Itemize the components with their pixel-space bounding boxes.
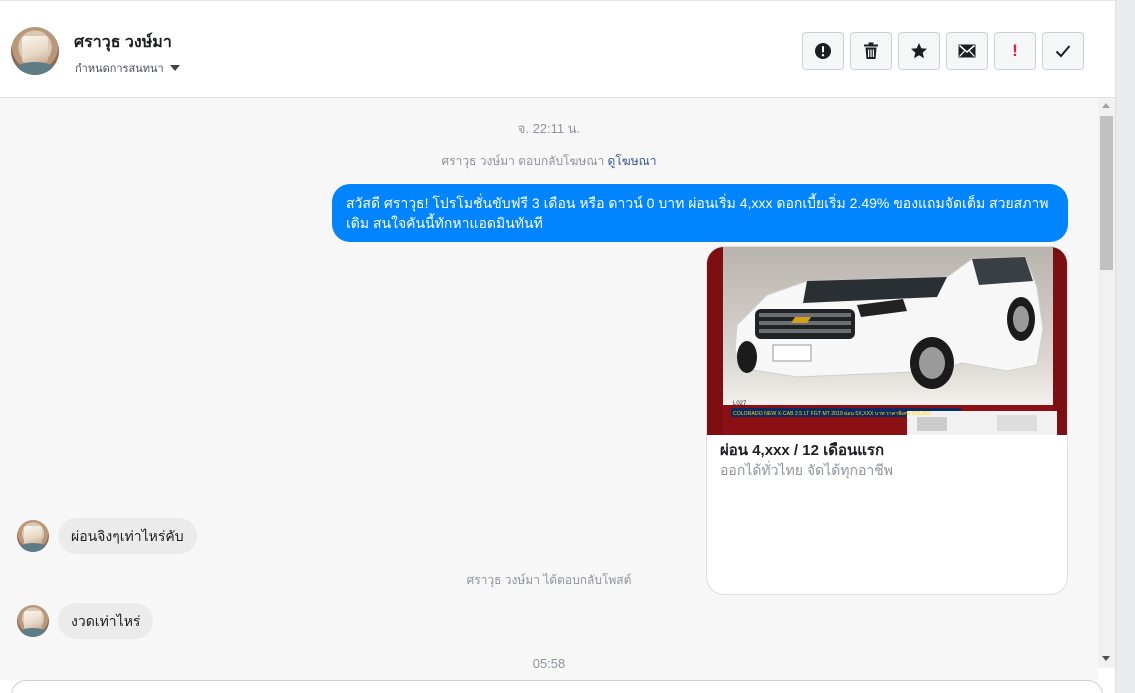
star-icon	[911, 43, 927, 59]
outgoing-message[interactable]: สวัสดี ศราวุธ! โปรโมชั่นขับฟรี 3 เดือน ห…	[332, 184, 1068, 242]
ad-card-subtitle: ออกได้ทั่วไทย จัดได้ทุกอาชีพ	[720, 462, 894, 478]
scroll-up-arrow-icon[interactable]	[1102, 103, 1110, 108]
envelope-icon	[958, 44, 976, 58]
incoming-message-row: งวดเท่าไหร่	[17, 603, 154, 639]
incoming-message[interactable]: ผ่อนจิงๆเท่าไหร่คับ	[58, 518, 197, 554]
checkmark-icon	[1055, 45, 1071, 58]
message-composer[interactable]	[11, 680, 1103, 693]
scrollbar-thumb[interactable]	[1100, 116, 1113, 270]
scroll-down-arrow-icon[interactable]	[1102, 656, 1110, 661]
conversation-toolbar: !	[802, 32, 1084, 70]
contact-avatar[interactable]	[17, 520, 49, 552]
spam-button[interactable]	[802, 32, 844, 70]
thread-scrollbar[interactable]	[1098, 98, 1115, 668]
star-button[interactable]	[898, 32, 940, 70]
conversation-header: ศราวุธ วงษ์มา กำหนดการสนทนา !	[0, 0, 1115, 98]
mark-done-button[interactable]	[1042, 32, 1084, 70]
view-ad-link[interactable]: ดูโฆษณา	[608, 154, 657, 168]
contact-avatar[interactable]	[11, 27, 59, 75]
message-thread[interactable]: จ. 22:11 น. ศราวุธ วงษ์มา ตอบกลับโฆษณา ด…	[0, 98, 1098, 680]
caret-down-icon	[169, 65, 180, 71]
mark-unread-button[interactable]	[946, 32, 988, 70]
timestamp: จ. 22:11 น.	[517, 121, 581, 136]
alert-circle-icon	[815, 43, 831, 59]
car-image-caption: COLORADO NEW X-CAB 2.5 LT FGT MT 2019 ผ่…	[733, 410, 930, 417]
trash-icon	[864, 42, 878, 59]
timestamp: 05:58	[532, 656, 566, 671]
exclamation-icon: !	[1012, 41, 1018, 60]
ad-reply-text: ศราวุธ วงษ์มา ตอบกลับโฆษณา	[441, 154, 605, 168]
incoming-message[interactable]: งวดเท่าไหร่	[58, 603, 154, 639]
follow-up-button[interactable]: !	[994, 32, 1036, 70]
ad-card-title: ผ่อน 4,xxx / 12 เดือนแรก	[720, 442, 885, 459]
assign-conversation-label: กำหนดการสนทนา	[75, 63, 164, 75]
contact-avatar[interactable]	[17, 605, 49, 637]
messenger-inbox: ศราวุธ วงษ์มา กำหนดการสนทนา ! จ. 22:11 น…	[0, 0, 1135, 693]
incoming-message-row: ผ่อนจิงๆเท่าไหร่คับ	[17, 518, 197, 554]
assign-conversation-dropdown[interactable]: กำหนดการสนทนา	[75, 59, 180, 77]
right-panel-edge	[1115, 0, 1135, 693]
post-reply-notice: ศราวุธ วงษ์มา ได้ตอบกลับโพสต์	[466, 573, 632, 587]
ad-card[interactable]: L027 COLORADO NEW X-CAB 2.5 LT FGT MT 201…	[706, 246, 1068, 595]
car-image-code: L027	[733, 401, 747, 407]
ad-reply-notice: ศราวุธ วงษ์มา ตอบกลับโฆษณา ดูโฆษณา	[0, 152, 1098, 171]
car-image: L027 COLORADO NEW X-CAB 2.5 LT FGT MT 201…	[707, 247, 1067, 435]
contact-name[interactable]: ศราวุธ วงษ์มา	[74, 30, 172, 55]
delete-button[interactable]	[850, 32, 892, 70]
